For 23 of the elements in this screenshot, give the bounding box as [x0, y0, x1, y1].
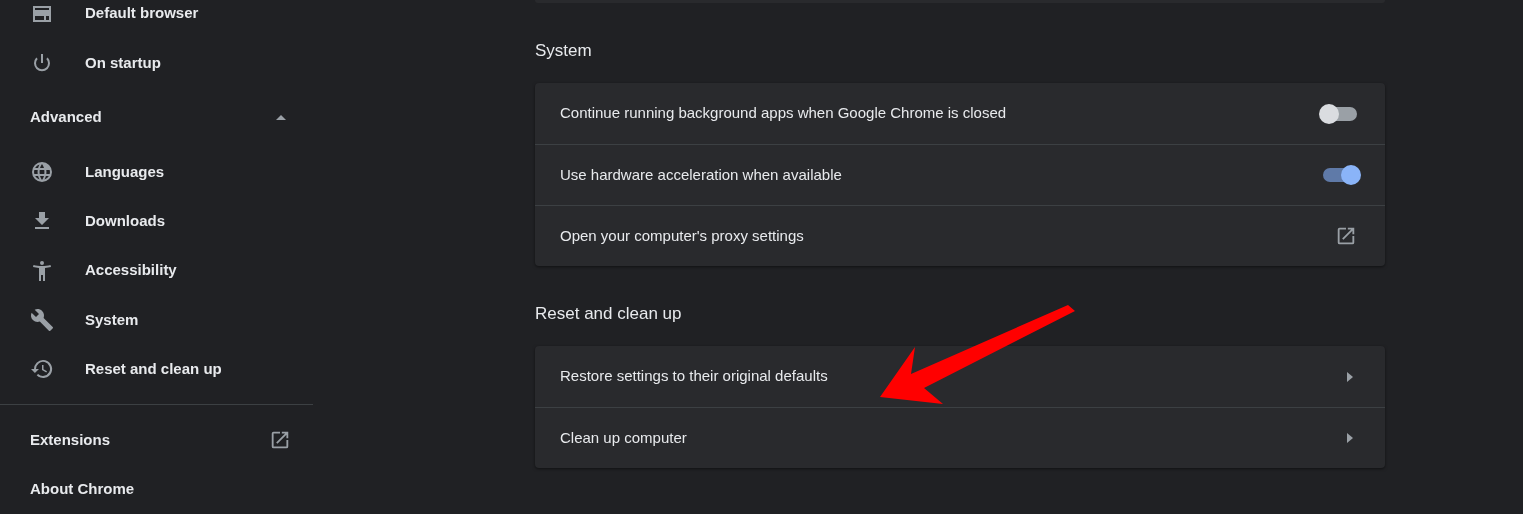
sidebar-link[interactable]: About Chrome	[0, 464, 313, 514]
globe-icon	[30, 159, 54, 184]
section-title: Reset and clean up	[535, 303, 683, 325]
sidebar-item[interactable]: Languages	[0, 147, 313, 197]
chevron-right-icon	[1347, 371, 1353, 382]
chevron-right-icon	[1347, 433, 1353, 443]
section-title: System	[535, 40, 593, 62]
sidebar-item[interactable]: Accessibility	[0, 245, 313, 296]
advanced-toggle[interactable]: Advanced	[0, 87, 313, 148]
sidebar-item[interactable]: On startup	[0, 38, 313, 88]
sidebar-item[interactable]: Default browser	[0, 0, 313, 39]
external-link-icon[interactable]	[1335, 225, 1357, 247]
setting-row[interactable]: Clean up computer	[535, 407, 1385, 468]
sidebar-link[interactable]: Extensions	[0, 415, 313, 465]
sidebar-item[interactable]: Reset and clean up	[0, 344, 313, 395]
setting-row[interactable]: Open your computer's proxy settings	[535, 205, 1385, 266]
accessibility-icon	[30, 258, 54, 283]
setting-row[interactable]: Restore settings to their original defaults	[535, 346, 1385, 407]
sidebar-item[interactable]: System	[0, 295, 313, 345]
setting-row[interactable]: Use hardware acceleration when available	[535, 144, 1385, 205]
wrench-icon	[30, 308, 54, 333]
setting-row[interactable]: Continue running background apps when Google Chrome is closed	[535, 83, 1385, 144]
sidebar-item[interactable]: Downloads	[0, 196, 313, 246]
